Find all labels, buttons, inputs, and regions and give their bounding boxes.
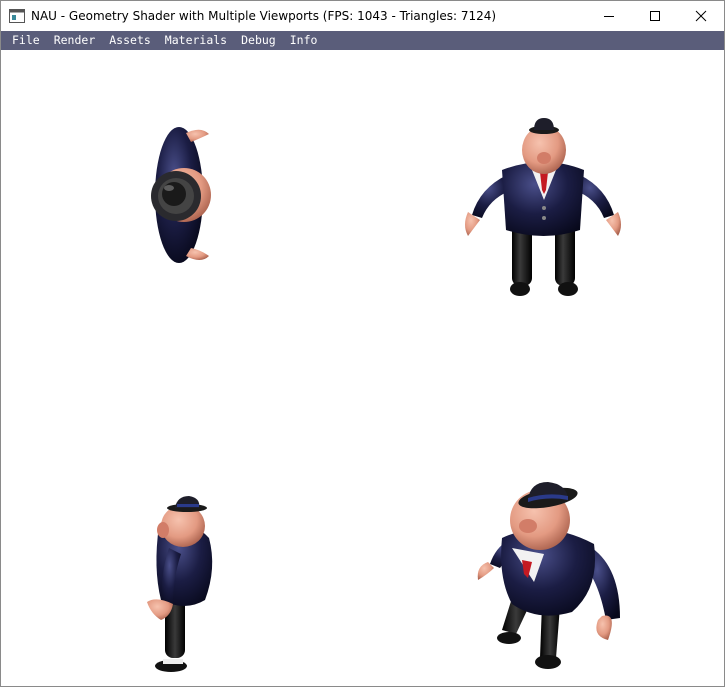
viewport-perspective[interactable] [362,368,723,686]
viewport-top[interactable] [1,50,362,368]
title-bar[interactable]: NAU - Geometry Shader with Multiple View… [1,1,724,31]
character-side-view [147,496,213,672]
viewport-front[interactable] [362,50,723,368]
minimize-button[interactable] [586,1,632,31]
app-window-icon [9,9,25,23]
maximize-button[interactable] [632,1,678,31]
menu-assets[interactable]: Assets [102,31,158,50]
maximize-icon [650,11,660,21]
menu-info[interactable]: Info [283,31,325,50]
close-icon [695,10,707,22]
menu-materials[interactable]: Materials [158,31,234,50]
render-canvas[interactable] [1,50,724,686]
menu-file[interactable]: File [1,31,47,50]
character-perspective-view [477,482,620,669]
menu-bar: File Render Assets Materials Debug Info [1,31,724,50]
character-top-view [151,127,211,263]
app-window: NAU - Geometry Shader with Multiple View… [0,0,725,687]
character-front-view [465,118,621,296]
menu-render[interactable]: Render [47,31,103,50]
minimize-icon [604,16,614,17]
menu-debug[interactable]: Debug [234,31,283,50]
close-button[interactable] [678,1,724,31]
window-title: NAU - Geometry Shader with Multiple View… [31,9,497,23]
viewport-side[interactable] [1,368,362,686]
